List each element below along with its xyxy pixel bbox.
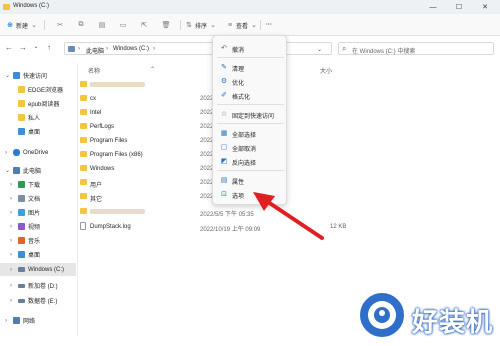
- watermark-logo: [357, 290, 407, 340]
- watermark: 好装机: [357, 290, 497, 344]
- arrow-shaft: [260, 196, 324, 240]
- arrow-head: [253, 192, 275, 211]
- watermark-text: 好装机: [412, 307, 494, 337]
- watermark-logo-mark: [368, 301, 396, 329]
